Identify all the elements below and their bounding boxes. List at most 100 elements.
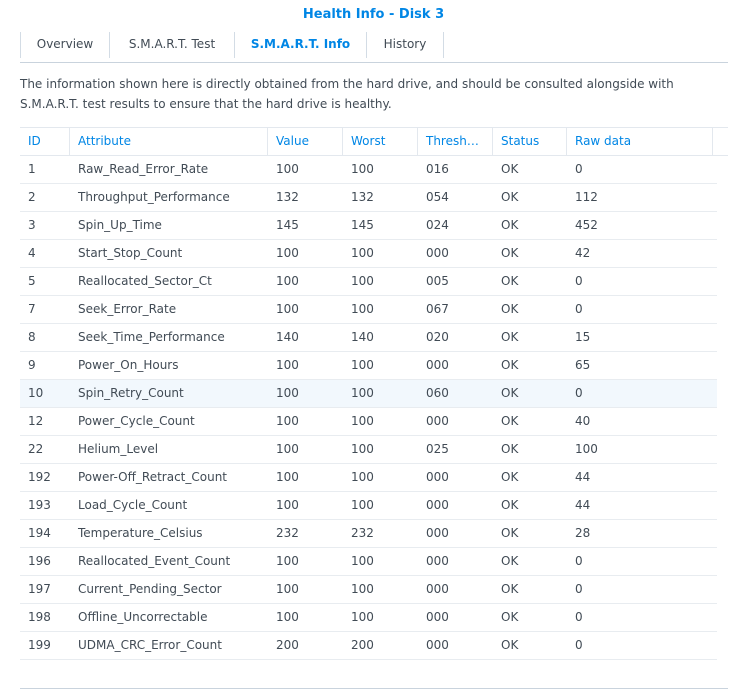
cell-threshold: 016 xyxy=(426,162,449,176)
cell-id: 5 xyxy=(28,274,36,288)
column-header-threshold[interactable]: Thresh… xyxy=(418,128,493,155)
cell-attribute: Raw_Read_Error_Rate xyxy=(78,162,209,176)
cell-status: OK xyxy=(501,302,519,316)
column-header-id[interactable]: ID xyxy=(20,128,70,155)
cell-status: OK xyxy=(501,470,519,484)
cell-threshold: 025 xyxy=(426,442,449,456)
table-row[interactable]: 2 Throughput_Performance 132 132 054 OK 112 xyxy=(20,184,717,212)
window-title: Health Info - Disk 3 xyxy=(302,7,445,22)
column-header-raw-data[interactable]: Raw data xyxy=(567,128,713,155)
tab-overview[interactable]: Overview xyxy=(21,30,109,58)
cell-raw-data: 15 xyxy=(575,330,591,344)
cell-attribute: Helium_Level xyxy=(78,442,159,456)
tab-history[interactable]: History xyxy=(367,30,443,58)
table-row[interactable]: 194 Temperature_Celsius 232 232 000 OK 28 xyxy=(20,520,717,548)
cell-value: 100 xyxy=(276,442,299,456)
cell-value: 145 xyxy=(276,218,299,232)
table-row[interactable]: 3 Spin_Up_Time 145 145 024 OK 452 xyxy=(20,212,717,240)
cell-worst: 100 xyxy=(351,442,374,456)
cell-value: 100 xyxy=(276,302,299,316)
cell-id: 197 xyxy=(28,582,51,596)
cell-threshold: 020 xyxy=(426,330,449,344)
cell-id: 4 xyxy=(28,246,36,260)
cell-id: 7 xyxy=(28,302,36,316)
cell-id: 192 xyxy=(28,470,51,484)
cell-attribute: UDMA_CRC_Error_Count xyxy=(78,638,222,652)
smart-info-table: ID Attribute Value Worst Thresh… Status … xyxy=(20,127,728,660)
tab-smart-test[interactable]: S.M.A.R.T. Test xyxy=(110,30,234,58)
cell-worst: 100 xyxy=(351,302,374,316)
cell-id: 10 xyxy=(28,386,44,400)
column-header-worst[interactable]: Worst xyxy=(343,128,418,155)
cell-status: OK xyxy=(501,582,519,596)
cell-worst: 100 xyxy=(351,274,374,288)
cell-worst: 100 xyxy=(351,470,374,484)
description-text: The information shown here is directly o… xyxy=(20,77,674,111)
table-row[interactable]: 1 Raw_Read_Error_Rate 100 100 016 OK 0 xyxy=(20,156,717,184)
cell-worst: 100 xyxy=(351,386,374,400)
column-header-status[interactable]: Status xyxy=(493,128,567,155)
table-row[interactable]: 5 Reallocated_Sector_Ct 100 100 005 OK 0 xyxy=(20,268,717,296)
cell-status: OK xyxy=(501,274,519,288)
cell-threshold: 000 xyxy=(426,246,449,260)
tab-smart-info[interactable]: S.M.A.R.T. Info xyxy=(235,30,366,58)
cell-status: OK xyxy=(501,638,519,652)
cell-worst: 232 xyxy=(351,526,374,540)
cell-id: 1 xyxy=(28,162,36,176)
tab-divider xyxy=(443,32,444,58)
column-header-value[interactable]: Value xyxy=(268,128,343,155)
cell-raw-data: 0 xyxy=(575,162,583,176)
cell-status: OK xyxy=(501,330,519,344)
table-row[interactable]: 22 Helium_Level 100 100 025 OK 100 xyxy=(20,436,717,464)
table-row[interactable]: 9 Power_On_Hours 100 100 000 OK 65 xyxy=(20,352,717,380)
cell-status: OK xyxy=(501,526,519,540)
table-row[interactable]: 7 Seek_Error_Rate 100 100 067 OK 0 xyxy=(20,296,717,324)
cell-attribute: Seek_Error_Rate xyxy=(78,302,177,316)
cell-worst: 140 xyxy=(351,330,374,344)
cell-raw-data: 0 xyxy=(575,386,583,400)
cell-status: OK xyxy=(501,554,519,568)
table-row[interactable]: 10 Spin_Retry_Count 100 100 060 OK 0 xyxy=(20,380,717,408)
table-row[interactable]: 199 UDMA_CRC_Error_Count 200 200 000 OK 0 xyxy=(20,632,717,660)
table-row[interactable]: 193 Load_Cycle_Count 100 100 000 OK 44 xyxy=(20,492,717,520)
cell-status: OK xyxy=(501,386,519,400)
table-row[interactable]: 192 Power-Off_Retract_Count 100 100 000 OK 44 xyxy=(20,464,717,492)
cell-value: 232 xyxy=(276,526,299,540)
cell-attribute: Throughput_Performance xyxy=(78,190,230,204)
cell-worst: 100 xyxy=(351,610,374,624)
table-row[interactable]: 4 Start_Stop_Count 100 100 000 OK 42 xyxy=(20,240,717,268)
cell-value: 100 xyxy=(276,582,299,596)
table-row[interactable]: 12 Power_Cycle_Count 100 100 000 OK 40 xyxy=(20,408,717,436)
cell-value: 100 xyxy=(276,554,299,568)
bottom-divider xyxy=(20,688,728,689)
cell-attribute: Current_Pending_Sector xyxy=(78,582,222,596)
table-row[interactable]: 198 Offline_Uncorrectable 100 100 000 OK 0 xyxy=(20,604,717,632)
cell-worst: 100 xyxy=(351,162,374,176)
cell-worst: 132 xyxy=(351,190,374,204)
cell-raw-data: 452 xyxy=(575,218,598,232)
cell-value: 100 xyxy=(276,414,299,428)
cell-threshold: 000 xyxy=(426,582,449,596)
table-row[interactable]: 196 Reallocated_Event_Count 100 100 000 OK 0 xyxy=(20,548,717,576)
cell-attribute: Temperature_Celsius xyxy=(78,526,203,540)
cell-raw-data: 42 xyxy=(575,246,591,260)
cell-value: 100 xyxy=(276,498,299,512)
cell-threshold: 000 xyxy=(426,610,449,624)
cell-raw-data: 0 xyxy=(575,274,583,288)
table-row[interactable]: 8 Seek_Time_Performance 140 140 020 OK 15 xyxy=(20,324,717,352)
column-header-attribute[interactable]: Attribute xyxy=(70,128,268,155)
cell-status: OK xyxy=(501,442,519,456)
cell-value: 100 xyxy=(276,162,299,176)
cell-raw-data: 0 xyxy=(575,638,583,652)
cell-threshold: 000 xyxy=(426,498,449,512)
cell-id: 2 xyxy=(28,190,36,204)
cell-threshold: 000 xyxy=(426,638,449,652)
cell-worst: 100 xyxy=(351,498,374,512)
cell-attribute: Start_Stop_Count xyxy=(78,246,183,260)
cell-attribute: Spin_Up_Time xyxy=(78,218,162,232)
cell-id: 9 xyxy=(28,358,36,372)
cell-attribute: Seek_Time_Performance xyxy=(78,330,225,344)
cell-id: 22 xyxy=(28,442,44,456)
cell-status: OK xyxy=(501,358,519,372)
table-row[interactable]: 197 Current_Pending_Sector 100 100 000 OK 0 xyxy=(20,576,717,604)
